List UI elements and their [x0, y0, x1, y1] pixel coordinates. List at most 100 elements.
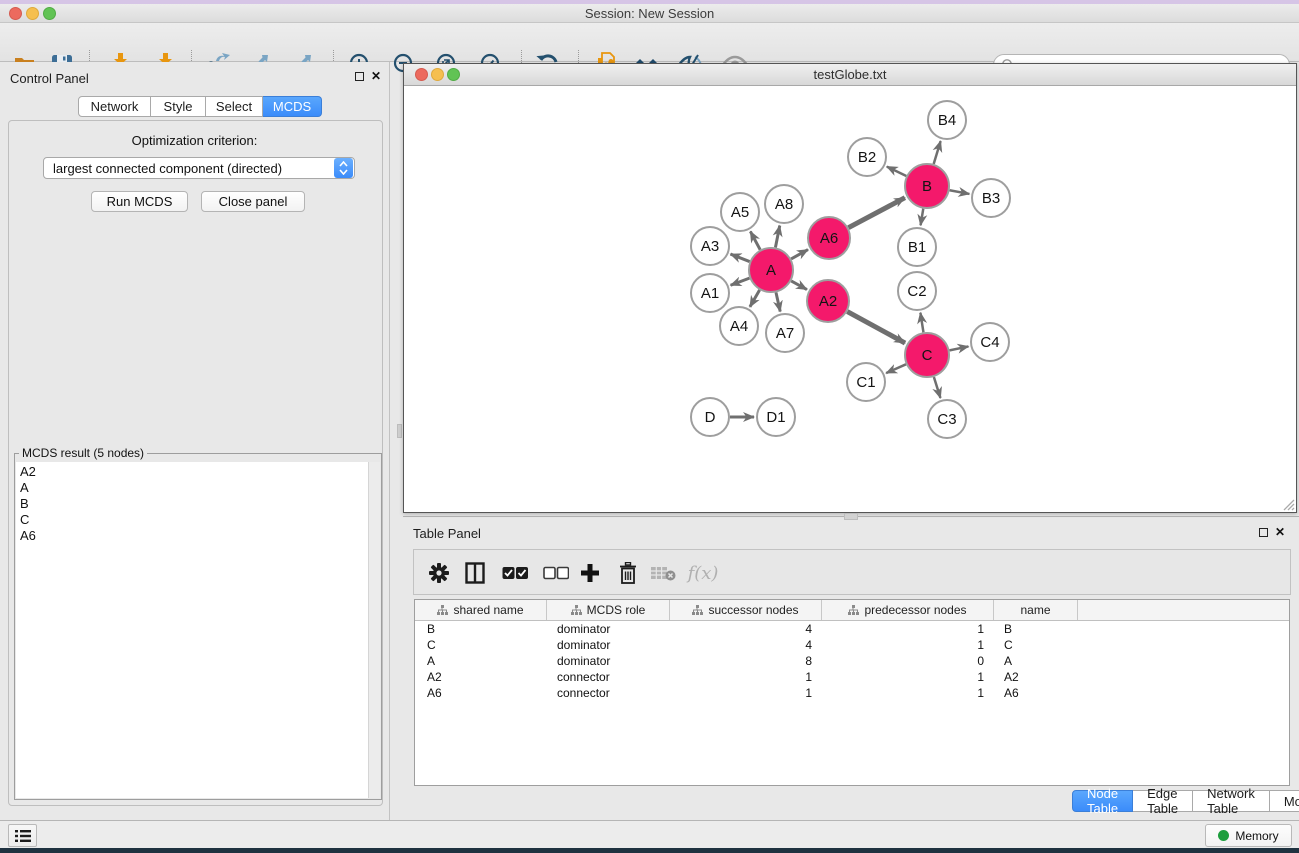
- task-history-button[interactable]: [8, 824, 37, 847]
- graph-node-C3[interactable]: C3: [928, 400, 966, 438]
- select-all-button[interactable]: [500, 558, 530, 588]
- column-header-successor-nodes[interactable]: successor nodes: [670, 600, 822, 620]
- graph-node-C4[interactable]: C4: [971, 323, 1009, 361]
- graph-node-A4[interactable]: A4: [720, 307, 758, 345]
- close-panel-icon[interactable]: ✕: [1275, 527, 1285, 537]
- table-cell[interactable]: 4: [670, 638, 822, 652]
- tab-style[interactable]: Style: [151, 96, 206, 117]
- table-cell[interactable]: 1: [670, 670, 822, 684]
- table-cell[interactable]: A: [994, 654, 1078, 668]
- mcds-result-item[interactable]: B: [16, 496, 368, 512]
- graph-node-B[interactable]: B: [905, 164, 949, 208]
- tab-network[interactable]: Network: [78, 96, 151, 117]
- network-window-titlebar[interactable]: testGlobe.txt: [404, 64, 1296, 86]
- graph-edge-A-A7[interactable]: [776, 292, 780, 311]
- graph-node-D1[interactable]: D1: [757, 398, 795, 436]
- graph-node-A8[interactable]: A8: [765, 185, 803, 223]
- table-cell[interactable]: connector: [547, 670, 670, 684]
- table-options-button[interactable]: [424, 558, 454, 588]
- column-header-predecessor-nodes[interactable]: predecessor nodes: [822, 600, 994, 620]
- float-panel-icon[interactable]: [355, 72, 364, 81]
- table-cell[interactable]: C: [994, 638, 1078, 652]
- delete-columns-button[interactable]: [613, 558, 643, 588]
- tab-motifs[interactable]: Motifs: [1270, 790, 1299, 812]
- network-graph[interactable]: B4B2BB3B1A5A8A6A3AA1A2A4A7C2C4CC1C3DD1: [404, 86, 1296, 513]
- graph-edge-A-A4[interactable]: [750, 290, 760, 307]
- table-cell[interactable]: A2: [994, 670, 1078, 684]
- graph-edge-C-C1[interactable]: [886, 364, 906, 373]
- mcds-result-item[interactable]: A: [16, 480, 368, 496]
- table-cell[interactable]: 1: [822, 638, 994, 652]
- table-cell[interactable]: dominator: [547, 622, 670, 636]
- close-panel-icon[interactable]: ✕: [371, 71, 381, 81]
- graph-node-B1[interactable]: B1: [898, 228, 936, 266]
- mcds-result-item[interactable]: A6: [16, 528, 368, 544]
- table-cell[interactable]: 1: [670, 686, 822, 700]
- graph-node-A[interactable]: A: [749, 248, 793, 292]
- graph-edge-A-A2[interactable]: [791, 281, 807, 290]
- table-cell[interactable]: A2: [415, 670, 547, 684]
- table-cell[interactable]: A6: [415, 686, 547, 700]
- table-cell[interactable]: connector: [547, 686, 670, 700]
- table-cell[interactable]: 4: [670, 622, 822, 636]
- graph-node-A1[interactable]: A1: [691, 274, 729, 312]
- graph-node-C[interactable]: C: [905, 333, 949, 377]
- network-canvas[interactable]: B4B2BB3B1A5A8A6A3AA1A2A4A7C2C4CC1C3DD1: [404, 86, 1296, 512]
- vertical-divider-handle[interactable]: [397, 424, 402, 438]
- table-row[interactable]: Cdominator41C: [415, 637, 1289, 653]
- graph-edge-A6-B[interactable]: [848, 198, 904, 228]
- table-row[interactable]: Bdominator41B: [415, 621, 1289, 637]
- graph-node-B3[interactable]: B3: [972, 179, 1010, 217]
- graph-edge-C-C3[interactable]: [934, 377, 941, 398]
- graph-node-A3[interactable]: A3: [691, 227, 729, 265]
- graph-node-A6[interactable]: A6: [808, 217, 850, 259]
- graph-edge-A-A3[interactable]: [730, 254, 749, 262]
- graph-edge-C-C4[interactable]: [950, 346, 969, 350]
- table-cell[interactable]: 1: [822, 686, 994, 700]
- optimization-criterion-select[interactable]: largest connected component (directed): [43, 157, 355, 179]
- graph-edge-A2-C[interactable]: [847, 312, 905, 343]
- add-column-button[interactable]: [575, 558, 605, 588]
- table-row[interactable]: A6connector11A6: [415, 685, 1289, 701]
- unselect-all-button[interactable]: [541, 558, 571, 588]
- memory-button[interactable]: Memory: [1205, 824, 1292, 847]
- mcds-result-scrollbar[interactable]: [368, 462, 380, 798]
- close-panel-button[interactable]: Close panel: [201, 191, 305, 212]
- table-cell[interactable]: B: [994, 622, 1078, 636]
- table-row[interactable]: Adominator80A: [415, 653, 1289, 669]
- table-cell[interactable]: 0: [822, 654, 994, 668]
- table-cell[interactable]: 8: [670, 654, 822, 668]
- mcds-result-item[interactable]: C: [16, 512, 368, 528]
- table-cell[interactable]: A6: [994, 686, 1078, 700]
- table-cell[interactable]: C: [415, 638, 547, 652]
- graph-node-A5[interactable]: A5: [721, 193, 759, 231]
- run-mcds-button[interactable]: Run MCDS: [91, 191, 188, 212]
- graph-edge-B-B2[interactable]: [887, 167, 906, 176]
- table-row[interactable]: A2connector11A2: [415, 669, 1289, 685]
- graph-edge-A-A5[interactable]: [750, 231, 760, 249]
- graph-edge-A-A6[interactable]: [791, 250, 808, 259]
- column-header-shared-name[interactable]: shared name: [415, 600, 547, 620]
- function-builder-button[interactable]: f(x): [688, 558, 718, 588]
- tab-mcds[interactable]: MCDS: [263, 96, 322, 117]
- graph-edge-B-B3[interactable]: [950, 190, 970, 194]
- graph-edge-B-B1[interactable]: [921, 209, 924, 226]
- graph-node-A7[interactable]: A7: [766, 314, 804, 352]
- table-cell[interactable]: dominator: [547, 638, 670, 652]
- app-titlebar[interactable]: Session: New Session: [0, 4, 1299, 23]
- table-cell[interactable]: dominator: [547, 654, 670, 668]
- tab-select[interactable]: Select: [206, 96, 263, 117]
- graph-node-B2[interactable]: B2: [848, 138, 886, 176]
- show-column-button[interactable]: [460, 558, 490, 588]
- graph-edge-B-B4[interactable]: [934, 141, 941, 164]
- graph-node-D[interactable]: D: [691, 398, 729, 436]
- tab-edge-table[interactable]: Edge Table: [1133, 790, 1193, 812]
- column-header-MCDS-role[interactable]: MCDS role: [547, 600, 670, 620]
- graph-node-C1[interactable]: C1: [847, 363, 885, 401]
- node-table[interactable]: shared nameMCDS rolesuccessor nodesprede…: [414, 599, 1290, 786]
- mcds-result-list[interactable]: A2ABCA6: [16, 462, 368, 798]
- mcds-result-item[interactable]: A2: [16, 464, 368, 480]
- graph-edge-A-A8[interactable]: [775, 226, 779, 248]
- graph-node-B4[interactable]: B4: [928, 101, 966, 139]
- delete-table-button[interactable]: [648, 558, 678, 588]
